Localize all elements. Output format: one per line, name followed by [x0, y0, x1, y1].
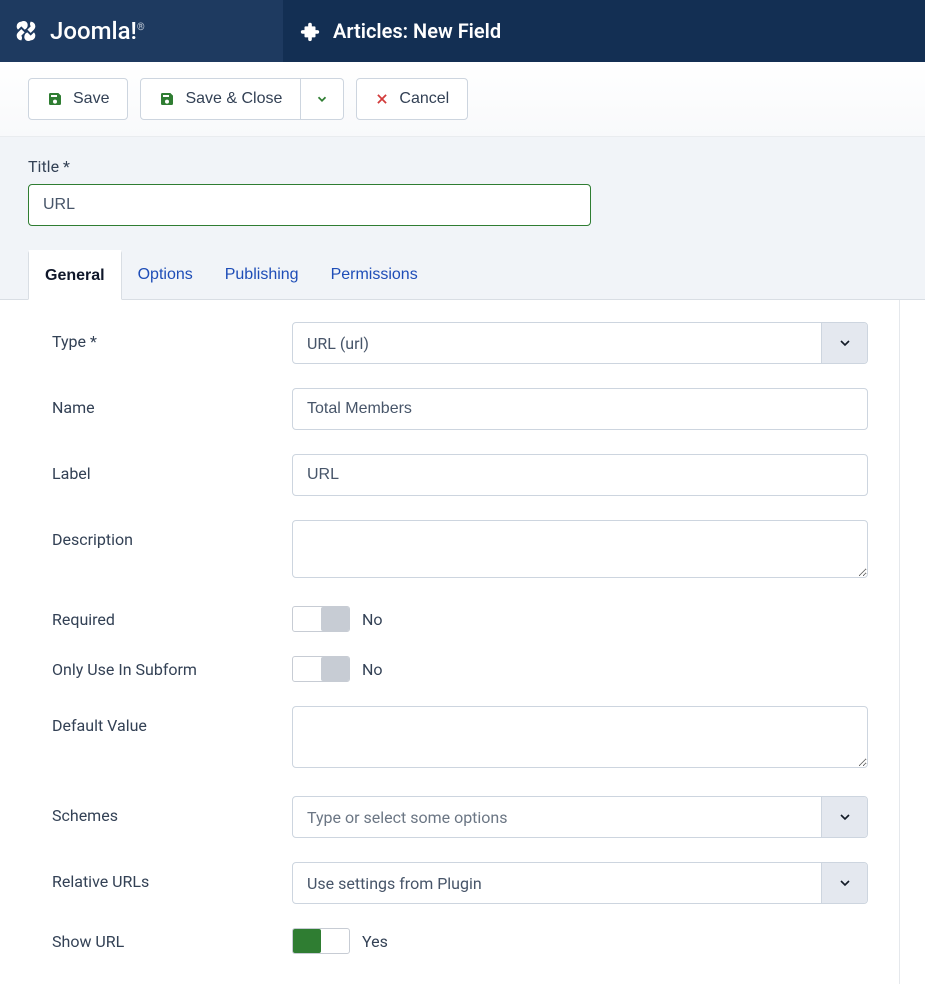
show-url-toggle[interactable] [292, 928, 350, 954]
subform-label: Only Use In Subform [52, 656, 292, 679]
title-input[interactable] [28, 184, 591, 226]
label-input[interactable] [292, 454, 868, 496]
brand-logo: Joomla!® [0, 0, 283, 62]
type-select[interactable]: URL (url) [292, 322, 868, 364]
close-icon [375, 92, 389, 106]
show-url-state: Yes [362, 932, 388, 951]
row-default-value: Default Value [52, 706, 871, 772]
chevron-down-icon [837, 335, 853, 351]
chevron-down-icon [837, 809, 853, 825]
row-type: Type * URL (url) [52, 322, 871, 364]
save-button[interactable]: Save [28, 78, 128, 120]
title-region: Title * [0, 137, 925, 250]
brand-text: Joomla! [50, 17, 137, 45]
app-header: Joomla!® Articles: New Field [0, 0, 925, 62]
chevron-down-icon [315, 92, 329, 106]
tabs: General Options Publishing Permissions [0, 250, 925, 300]
chevron-down-icon [837, 875, 853, 891]
relative-urls-select[interactable]: Use settings from Plugin [292, 862, 868, 904]
action-toolbar: Save Save & Close Cancel [0, 62, 925, 137]
joomla-icon [12, 17, 40, 45]
schemes-label: Schemes [52, 796, 292, 825]
page-title: Articles: New Field [333, 19, 501, 43]
save-icon [47, 91, 63, 107]
relative-urls-value: Use settings from Plugin [293, 874, 496, 893]
required-label: Required [52, 606, 292, 629]
tab-general[interactable]: General [28, 250, 122, 300]
cancel-button[interactable]: Cancel [356, 78, 468, 120]
row-relative-urls: Relative URLs Use settings from Plugin [52, 862, 871, 904]
row-schemes: Schemes Type or select some options [52, 796, 871, 838]
title-label: Title * [28, 157, 897, 176]
name-label: Name [52, 388, 292, 417]
name-input[interactable] [292, 388, 868, 430]
row-label: Label [52, 454, 871, 496]
tab-publishing[interactable]: Publishing [209, 250, 315, 299]
row-required: Required No [52, 606, 871, 632]
row-show-url: Show URL Yes [52, 928, 871, 954]
subform-toggle[interactable] [292, 656, 350, 682]
type-select-value: URL (url) [293, 334, 383, 353]
tab-options[interactable]: Options [122, 250, 209, 299]
cancel-button-label: Cancel [399, 90, 449, 108]
row-description: Description [52, 520, 871, 582]
description-input[interactable] [292, 520, 868, 578]
save-close-button-label: Save & Close [185, 90, 282, 108]
save-dropdown-toggle[interactable] [301, 78, 344, 120]
save-icon [159, 91, 175, 107]
puzzle-icon [299, 20, 321, 42]
subform-state: No [362, 660, 383, 679]
save-close-button[interactable]: Save & Close [140, 78, 301, 120]
default-value-input[interactable] [292, 706, 868, 768]
save-close-group: Save & Close [140, 78, 344, 120]
default-value-label: Default Value [52, 706, 292, 735]
schemes-placeholder: Type or select some options [293, 808, 522, 827]
required-toggle[interactable] [292, 606, 350, 632]
page-title-bar: Articles: New Field [283, 0, 501, 62]
required-state: No [362, 610, 383, 629]
save-button-label: Save [73, 90, 109, 108]
general-form: Type * URL (url) Name Label Description … [0, 300, 900, 984]
label-label: Label [52, 454, 292, 483]
description-label: Description [52, 520, 292, 549]
row-subform: Only Use In Subform No [52, 656, 871, 682]
relative-urls-label: Relative URLs [52, 862, 292, 891]
row-name: Name [52, 388, 871, 430]
tab-permissions[interactable]: Permissions [315, 250, 434, 299]
schemes-select[interactable]: Type or select some options [292, 796, 868, 838]
show-url-label: Show URL [52, 928, 292, 951]
type-label: Type * [52, 322, 292, 351]
